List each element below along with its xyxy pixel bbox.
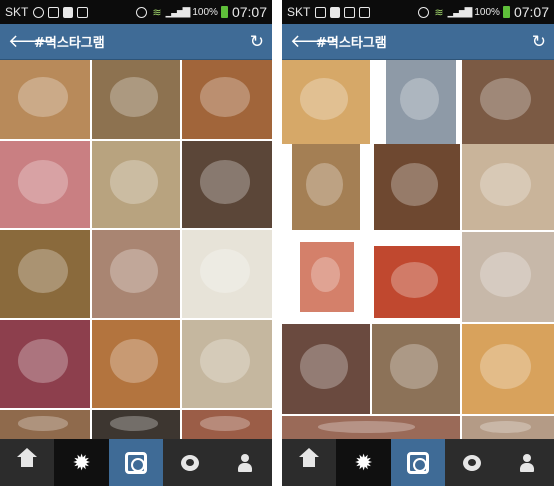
home-icon [299, 447, 320, 471]
tab-explore[interactable]: ✹ [54, 439, 109, 486]
profile-icon [236, 453, 254, 472]
bottom-tab-bar: ✹ [0, 439, 272, 486]
watermelon-photo[interactable] [300, 242, 354, 312]
tab-home[interactable] [0, 439, 54, 486]
carrier-label: SKT [287, 5, 311, 19]
banchan-table-photo[interactable] [462, 60, 554, 144]
salad-plate-photo[interactable] [182, 410, 272, 439]
refresh-icon[interactable]: ↻ [250, 32, 264, 52]
media-icon [48, 6, 60, 18]
ramen-egg-photo[interactable] [282, 60, 370, 144]
noodle-bowl-photo[interactable] [292, 144, 360, 230]
explore-icon: ✹ [354, 449, 373, 475]
battery-icon [502, 6, 510, 18]
dessert-bowl-photo[interactable] [0, 60, 90, 139]
hand-berries-photo[interactable] [182, 230, 272, 318]
app-header: 🡐 #먹스타그램 ↻ [282, 24, 554, 60]
profile-icon [518, 453, 536, 472]
checkbox-icon [359, 6, 371, 18]
alarm-icon [136, 6, 148, 18]
eye-icon [33, 6, 45, 18]
phone-screen-right: SKT ≋ ▁▃▅▇ 100% 07:07 🡐 #먹스타그램 ↻ ✹ [282, 0, 554, 486]
soup-spread-photo[interactable] [462, 232, 554, 322]
small-plates-photo[interactable] [92, 141, 180, 228]
image-icon [330, 6, 341, 18]
tab-explore[interactable]: ✹ [336, 439, 391, 486]
explore-icon: ✹ [72, 449, 91, 475]
photo-grid [282, 60, 554, 439]
status-bar: SKT ≋ ▁▃▅▇ 100% 07:07 [0, 0, 272, 24]
phone-screen-left: SKT ≋ ▁▃▅▇ 100% 07:07 🡐 #먹스타그램 ↻ ✹ [0, 0, 272, 486]
hashtag-title: #먹스타그램 [316, 36, 387, 51]
tab-profile[interactable] [218, 439, 272, 486]
city-view-photo[interactable] [386, 60, 456, 144]
bar-snacks-photo[interactable] [372, 324, 460, 414]
pasta-dish-photo[interactable] [182, 320, 272, 408]
pink-drink-photo[interactable] [0, 141, 90, 228]
tab-news[interactable] [445, 439, 499, 486]
home-icon [17, 447, 38, 471]
battery-percent: 100% [192, 6, 218, 18]
restaurant-sign-photo[interactable] [92, 230, 180, 318]
wifi-icon: ≋ [434, 6, 444, 19]
table-edge-photo[interactable] [92, 410, 180, 439]
camera-icon [125, 451, 148, 474]
media-icon [315, 6, 327, 18]
tab-home[interactable] [282, 439, 336, 486]
dumplings-photo[interactable] [462, 144, 554, 230]
battery-percent: 100% [474, 6, 500, 18]
speech-bubble-icon [181, 454, 200, 471]
tab-camera[interactable] [108, 439, 164, 486]
refresh-icon[interactable]: ↻ [532, 32, 546, 52]
image-icon [63, 6, 74, 18]
speech-bubble-icon [463, 454, 482, 471]
spicy-stew-photo[interactable] [374, 246, 460, 318]
battery-icon [220, 6, 228, 18]
back-arrow-icon[interactable]: 🡐 [8, 31, 56, 52]
grilled-ribs-photo[interactable] [182, 141, 272, 228]
app-header: 🡐 #먹스타그램 ↻ [0, 24, 272, 60]
wifi-icon: ≋ [152, 6, 162, 19]
appetizers-photo[interactable] [282, 416, 460, 439]
checkbox-icon [77, 6, 89, 18]
camera-icon [407, 451, 430, 474]
hot-pot-photo[interactable] [374, 144, 460, 230]
clock: 07:07 [231, 4, 267, 20]
status-bar: SKT ≋ ▁▃▅▇ 100% 07:07 [282, 0, 554, 24]
bottom-tab-bar: ✹ [282, 439, 554, 486]
beer-snack-photo[interactable] [0, 230, 90, 318]
signal-icon: ▁▃▅▇ [165, 6, 191, 18]
back-arrow-icon[interactable]: 🡐 [290, 31, 338, 52]
dining-table-photo[interactable] [182, 60, 272, 139]
berry-dessert-photo[interactable] [0, 320, 90, 408]
clock: 07:07 [513, 4, 549, 20]
plated-meal-photo[interactable] [92, 320, 180, 408]
iced-coffee-photo[interactable] [282, 324, 370, 414]
carrier-label: SKT [5, 5, 29, 19]
play-icon [344, 6, 356, 18]
alarm-icon [418, 6, 430, 18]
tab-news[interactable] [163, 439, 217, 486]
food-collage-photo[interactable] [92, 60, 180, 139]
skewers-photo[interactable] [0, 410, 90, 439]
hashtag-title: #먹스타그램 [34, 36, 105, 51]
noodle-soup-photo[interactable] [462, 324, 554, 414]
tab-camera[interactable] [390, 439, 446, 486]
tab-profile[interactable] [500, 439, 554, 486]
signal-icon: ▁▃▅▇ [447, 6, 473, 18]
cafe-table-photo[interactable] [462, 416, 554, 439]
photo-grid [0, 60, 272, 439]
